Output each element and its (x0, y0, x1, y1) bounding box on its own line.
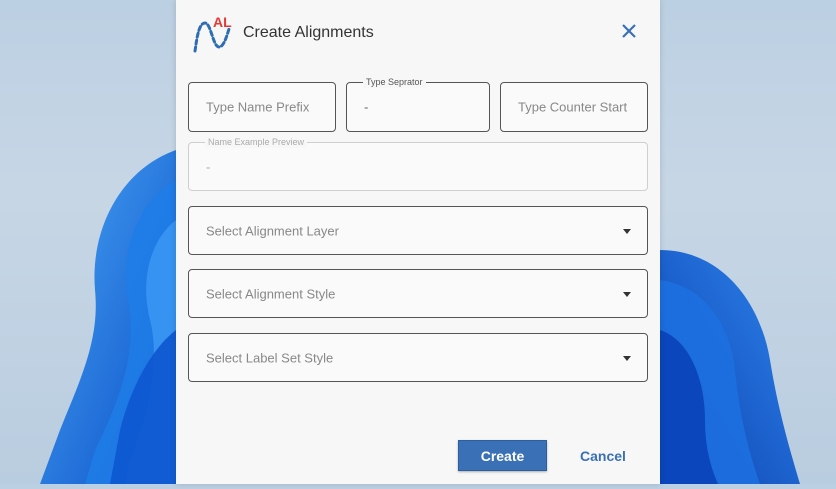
separator-legend: Type Seprator (363, 76, 426, 88)
alignment-layer-select[interactable]: Select Alignment Layer (188, 206, 648, 255)
alignment-style-select[interactable]: Select Alignment Style (188, 269, 648, 318)
counter-start-input[interactable]: Type Counter Start (500, 82, 648, 132)
label-set-style-placeholder: Select Label Set Style (206, 350, 334, 365)
chevron-down-icon (623, 355, 631, 361)
name-preview-value: - (206, 159, 211, 174)
chevron-down-icon (623, 291, 631, 297)
svg-text:AL: AL (213, 14, 232, 30)
alignment-layer-placeholder: Select Alignment Layer (206, 223, 339, 238)
dialog-header: AL Create Alignments (176, 0, 660, 66)
app-logo: AL (191, 13, 235, 53)
name-prefix-input[interactable]: Type Name Prefix (188, 82, 336, 132)
counter-start-placeholder: Type Counter Start (518, 99, 628, 115)
dialog-title: Create Alignments (243, 24, 374, 41)
name-prefix-placeholder: Type Name Prefix (206, 99, 310, 115)
separator-value: - (364, 99, 369, 115)
name-preview-legend: Name Example Preview (205, 136, 308, 148)
chevron-down-icon (623, 228, 631, 234)
separator-input[interactable]: Type Seprator - (346, 76, 490, 132)
close-icon[interactable] (618, 20, 640, 42)
name-preview-field: Name Example Preview - (188, 136, 648, 191)
create-button[interactable]: Create (458, 440, 547, 471)
cancel-button[interactable]: Cancel (568, 440, 638, 471)
create-alignments-dialog: AL Create Alignments Type Name Prefix Ty… (176, 0, 660, 484)
alignment-style-placeholder: Select Alignment Style (206, 286, 336, 301)
label-set-style-select[interactable]: Select Label Set Style (188, 333, 648, 382)
